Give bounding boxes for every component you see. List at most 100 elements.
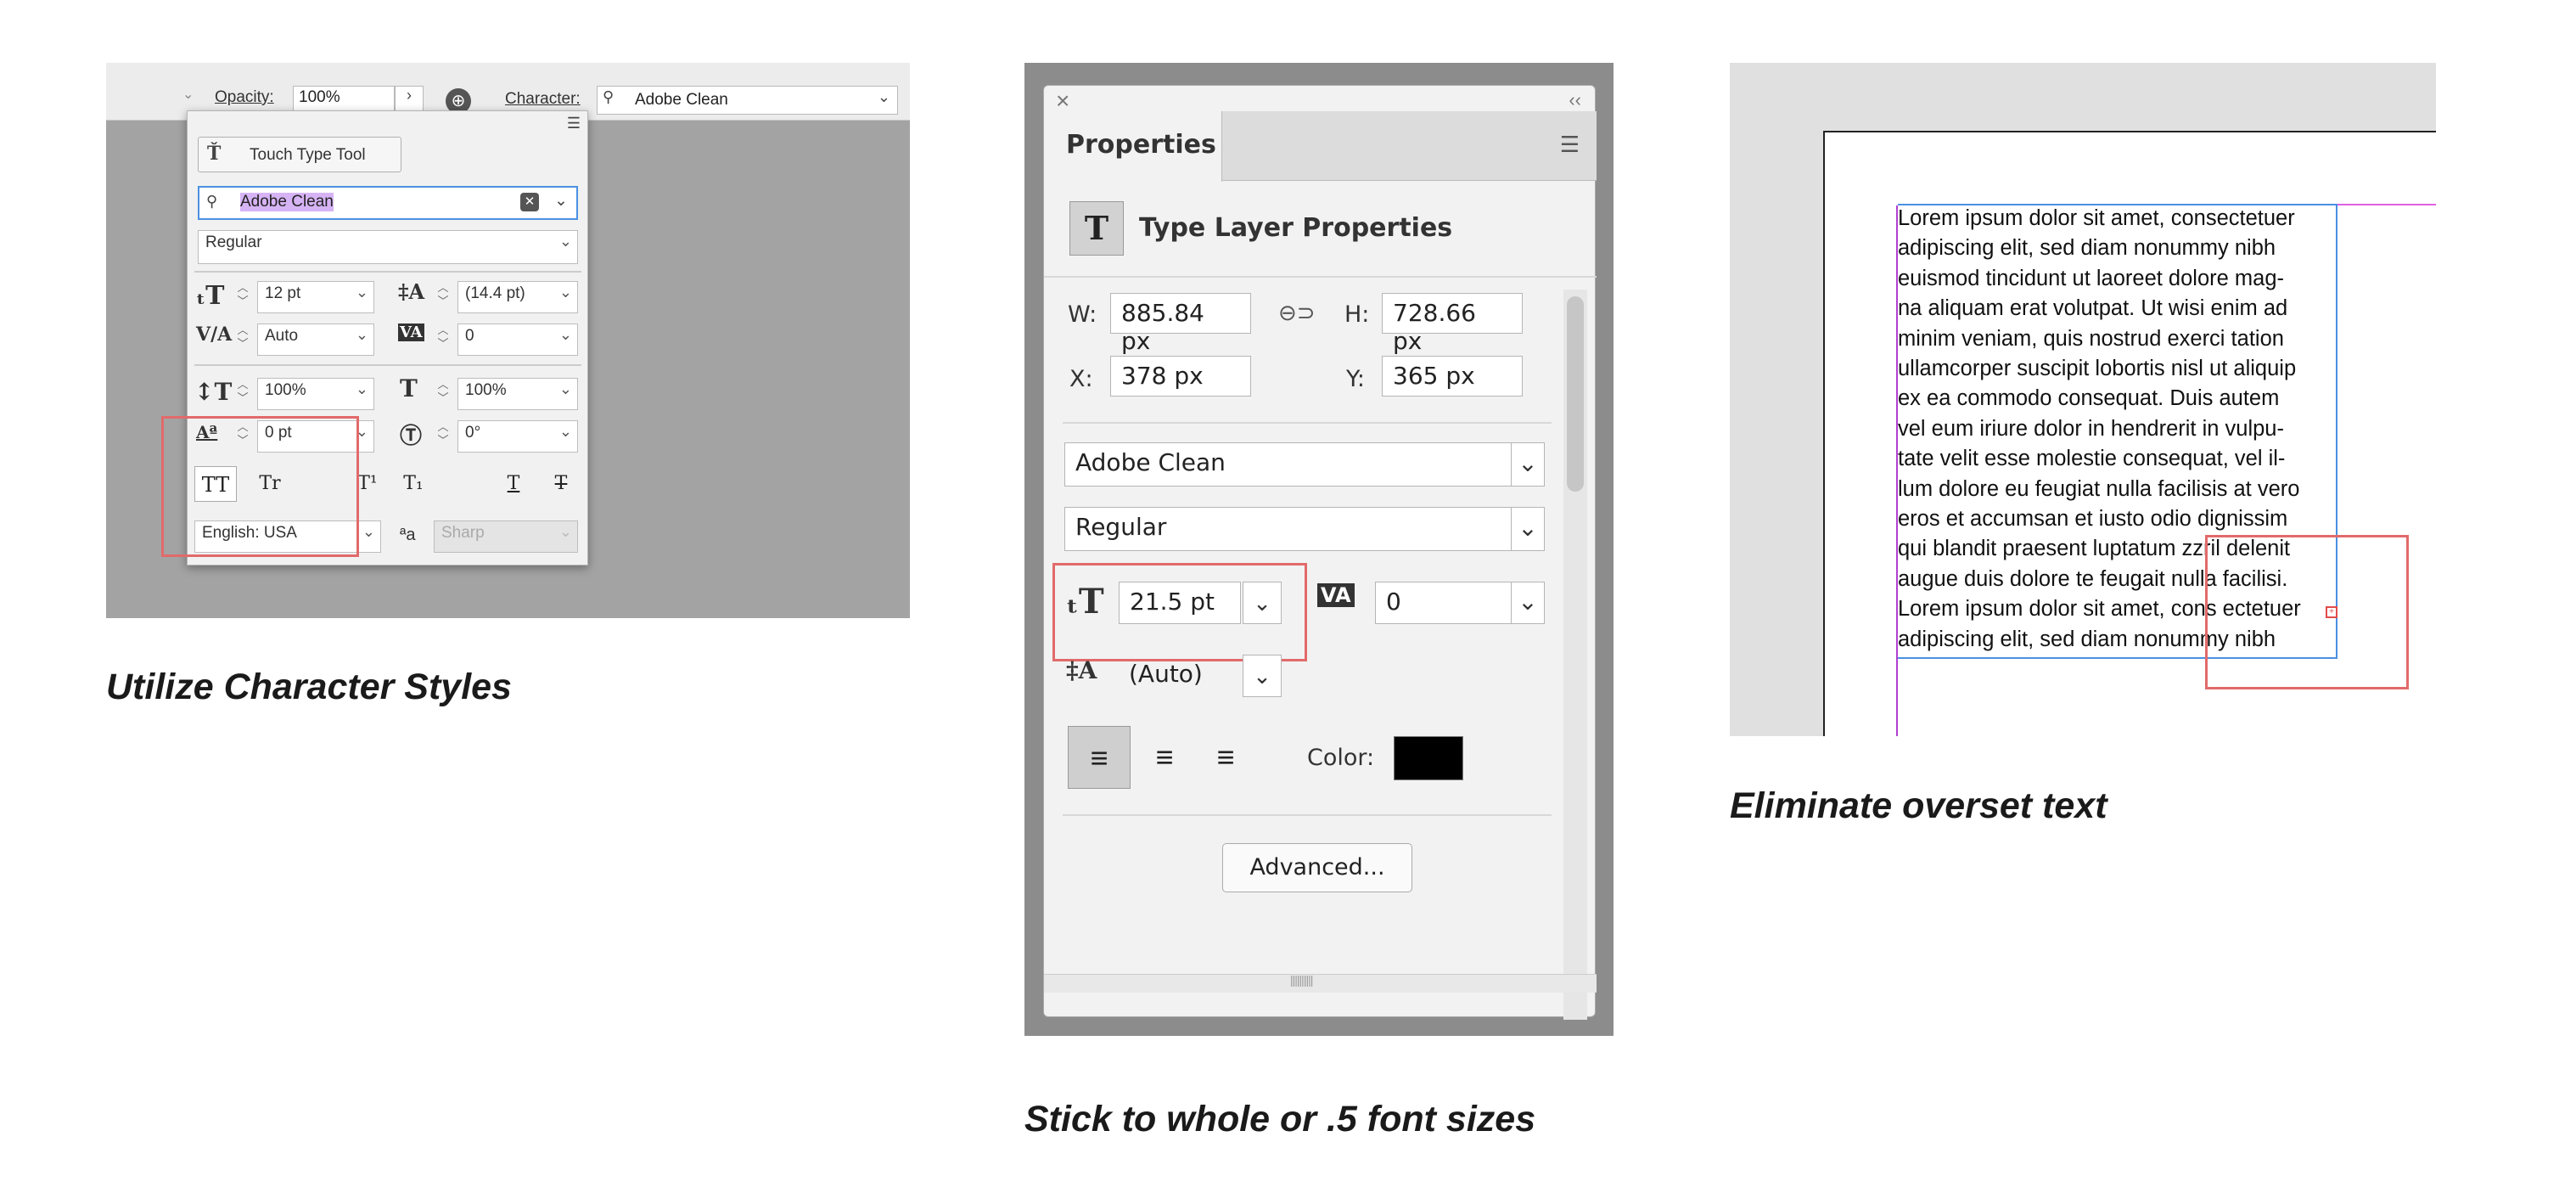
kerning-stepper[interactable]: ︿ ﹀ [233, 324, 252, 356]
clear-icon[interactable]: ✕ [520, 193, 539, 211]
advanced-button[interactable]: Advanced... [1222, 843, 1412, 892]
antialias-icon: ªa [400, 526, 416, 544]
highlight-box [161, 416, 359, 557]
grip-icon: |||||||||| [1290, 973, 1313, 987]
rotation-stepper[interactable]: ︿ ﹀ [434, 420, 452, 453]
chevron-down-icon[interactable]: ⌄ [559, 284, 572, 301]
tracking-icon: VA [1317, 583, 1355, 607]
chevron-down-icon[interactable]: ⌄ [559, 233, 572, 250]
font-style-value: Regular [205, 233, 262, 251]
width-field[interactable]: 885.84 px [1110, 293, 1251, 355]
chevron-down-icon[interactable]: ⌄ [559, 423, 572, 441]
tracking-value: 0 [465, 327, 474, 345]
chevron-down-icon[interactable]: ⌄ [1511, 582, 1544, 623]
chevron-down-icon[interactable]: ⌄ [362, 523, 375, 541]
subscript-button[interactable]: T₁ [396, 466, 430, 502]
strikethrough-button[interactable]: T [544, 466, 578, 502]
section-title: Type Layer Properties [1139, 213, 1453, 243]
height-field[interactable]: 728.66 px [1382, 293, 1523, 355]
vertical-scale-stepper[interactable]: ︿ ﹀ [233, 378, 252, 410]
chevron-down-icon[interactable]: ⌄ [356, 284, 368, 301]
chevron-down-icon[interactable]: ⌄ [1243, 655, 1282, 697]
text-line: ex ea commodo consequat. Duis autem [1898, 386, 2280, 411]
vertical-scale-field[interactable]: 100% ⌄ [257, 378, 374, 410]
chevron-down-icon[interactable]: ⌄ [356, 380, 368, 398]
chevron-down-icon[interactable]: ⌄ [559, 523, 572, 541]
highlight-box [2205, 535, 2409, 689]
font-size-field[interactable]: 12 pt ⌄ [257, 281, 374, 313]
font-family-select[interactable]: Adobe Clean ⌄ [1064, 442, 1545, 487]
horizontal-scale-field[interactable]: 100% ⌄ [457, 378, 578, 410]
overset-text-screenshot: Lorem ipsum dolor sit amet, consectetuer… [1730, 63, 2436, 736]
highlight-box [1052, 563, 1307, 661]
chevron-down-icon[interactable]: ⌄ [182, 86, 194, 103]
caption-overset-text: Eliminate overset text [1730, 785, 2107, 826]
kerning-value: Auto [265, 327, 299, 345]
tracking-stepper[interactable]: ︿ ﹀ [434, 324, 452, 356]
tracking-icon: VA [398, 324, 424, 341]
align-right-button[interactable]: ≡ [1198, 726, 1253, 789]
text-line: Lorem ipsum dolor sit amet, consectetuer [1898, 206, 2295, 230]
text-line: euismod tincidunt ut laoreet dolore mag- [1898, 266, 2285, 290]
link-icon[interactable]: ⊖⊃ [1278, 300, 1316, 326]
kerning-field[interactable]: Auto ⌄ [257, 324, 374, 356]
underline-button[interactable]: T [497, 466, 530, 502]
chevron-down-icon[interactable]: ⌄ [1511, 443, 1544, 486]
chevron-down-icon[interactable]: ⌄ [559, 380, 572, 398]
color-swatch[interactable] [1394, 736, 1463, 780]
font-picker[interactable]: ⚲ Adobe Clean ⌄ [597, 86, 898, 115]
menu-icon[interactable]: ☰ [1560, 132, 1580, 158]
touch-type-label: Touch Type Tool [250, 146, 366, 164]
tracking-select[interactable]: 0 ⌄ [1375, 582, 1545, 624]
tab-properties[interactable]: Properties [1044, 111, 1222, 182]
text-line: vel eum iriure dolor in hendrerit in vul… [1898, 416, 2284, 441]
text-line: tate velit esse molestie consequat, vel … [1898, 447, 2286, 471]
chevron-down-icon[interactable]: ⌄ [554, 191, 568, 211]
font-style-select[interactable]: Regular ⌄ [198, 230, 578, 264]
tracking-field[interactable]: 0 ⌄ [457, 324, 578, 356]
rotation-field[interactable]: 0° ⌄ [457, 420, 578, 453]
leading-stepper[interactable]: ︿ ﹀ [434, 281, 452, 313]
leading-field[interactable]: (Auto) [1119, 655, 1241, 697]
chevron-down-icon[interactable]: ⌄ [878, 88, 890, 106]
divider [1063, 814, 1552, 816]
font-size-icon: ₜT [196, 281, 225, 311]
align-left-button[interactable]: ≡ [1068, 726, 1131, 789]
antialias-select[interactable]: Sharp ⌄ [434, 520, 578, 553]
font-search-input[interactable]: ⚲ Adobe Clean ✕ ⌄ [198, 186, 578, 220]
leading-field[interactable]: (14.4 pt) ⌄ [457, 281, 578, 313]
divider [1044, 276, 1597, 278]
opacity-label: Opacity: [215, 88, 274, 106]
divider [1063, 422, 1552, 424]
opacity-field[interactable]: 100% [293, 86, 395, 113]
text-line: eros et accumsan et iusto odio dignissim [1898, 507, 2288, 531]
horizontal-scale-stepper[interactable]: ︿ ﹀ [434, 378, 452, 410]
leading-icon: ‡A [398, 279, 425, 304]
x-label: X: [1069, 366, 1093, 392]
font-style-select[interactable]: Regular ⌄ [1064, 507, 1545, 551]
scrollbar-thumb[interactable] [1567, 296, 1584, 492]
rotation-icon: Ⓣ [400, 424, 423, 449]
chevron-down-icon[interactable]: ⌄ [559, 326, 572, 344]
chevron-down-icon[interactable]: ⌄ [356, 326, 368, 344]
x-field[interactable]: 378 px [1110, 356, 1251, 397]
text-line: adipiscing elit, sed diam nonummy nibh [1898, 236, 2276, 261]
y-field[interactable]: 365 px [1382, 356, 1523, 397]
vertical-scale-icon: ↕T [194, 378, 233, 406]
touch-type-tool-button[interactable]: Ť Touch Type Tool [198, 137, 401, 172]
scrollbar-track[interactable] [1563, 290, 1587, 1020]
vertical-scale-value: 100% [265, 381, 306, 399]
chevron-down-icon[interactable]: ⌄ [1511, 508, 1544, 550]
collapse-icon[interactable]: ‹‹ [1569, 89, 1581, 111]
y-label: Y: [1346, 366, 1366, 392]
font-size-value: 12 pt [265, 284, 301, 302]
h-label: H: [1344, 301, 1370, 328]
font-search-value: Adobe Clean [240, 193, 334, 211]
align-center-button[interactable]: ≡ [1137, 726, 1192, 789]
search-icon: ⚲ [206, 193, 218, 210]
menu-icon[interactable]: ☰ [567, 115, 581, 132]
resize-grip[interactable]: |||||||||| [1044, 973, 1597, 993]
chevron-right-icon[interactable]: › [395, 86, 424, 113]
text-line: na aliquam erat volutpat. Ut wisi enim a… [1898, 296, 2288, 321]
font-size-stepper[interactable]: ︿ ﹀ [233, 281, 252, 313]
